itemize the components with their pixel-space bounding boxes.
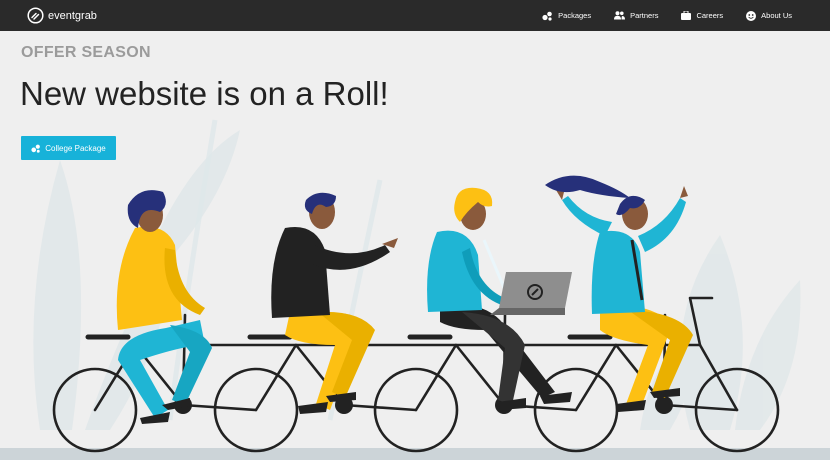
nav-item-partners[interactable]: Partners xyxy=(614,11,658,20)
rider-2 xyxy=(271,192,398,414)
nav-item-label: Packages xyxy=(558,11,592,20)
nav-item-packages[interactable]: Packages xyxy=(542,11,591,21)
nav-item-label: Partners xyxy=(630,11,659,20)
brand-logo[interactable]: eventgrab xyxy=(27,7,97,24)
nav-item-careers[interactable]: Careers xyxy=(681,11,723,20)
partners-icon xyxy=(614,11,626,20)
nav-item-about-us[interactable]: About Us xyxy=(746,10,792,21)
top-navbar: eventgrab Packages Partners Careers Abou… xyxy=(0,0,830,31)
college-package-label: College Package xyxy=(45,143,106,153)
hero-section: OFFER SEASON New website is on a Roll! C… xyxy=(0,31,830,460)
packages-icon xyxy=(542,11,552,21)
nav-item-label: Careers xyxy=(696,11,724,20)
eventgrab-logo-icon xyxy=(27,7,44,24)
smiley-icon xyxy=(746,10,757,21)
nav-item-label: About Us xyxy=(761,11,792,20)
offer-eyebrow: OFFER SEASON xyxy=(21,44,151,61)
packages-icon xyxy=(31,144,41,153)
college-package-button[interactable]: College Package xyxy=(21,136,116,160)
nav-menu: Packages Partners Careers About Us xyxy=(542,0,792,31)
briefcase-icon xyxy=(681,11,692,20)
brand-name: eventgrab xyxy=(48,9,97,22)
hero-headline: New website is on a Roll! xyxy=(20,75,389,112)
